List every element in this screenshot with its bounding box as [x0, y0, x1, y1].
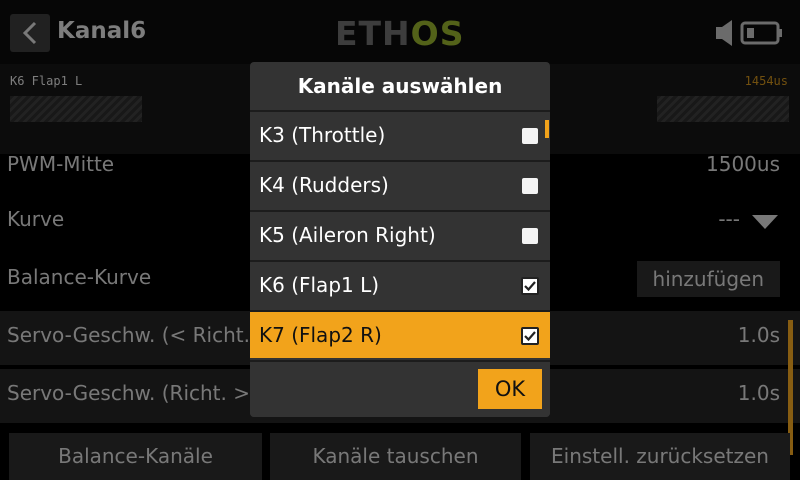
channel-option-label: K4 (Rudders): [259, 173, 389, 197]
channel-option-label: K3 (Throttle): [259, 123, 386, 147]
channel-option-k7[interactable]: K7 (Flap2 R): [250, 310, 550, 358]
dialog-scrollbar[interactable]: [545, 120, 549, 138]
channel-option-k5[interactable]: K5 (Aileron Right): [250, 210, 550, 258]
select-channels-dialog: Kanäle auswählen K3 (Throttle) K4 (Rudde…: [250, 62, 550, 417]
channel-option-label: K6 (Flap1 L): [259, 273, 380, 297]
checkbox[interactable]: [522, 228, 538, 244]
checkbox[interactable]: [522, 178, 538, 194]
dialog-footer: OK: [250, 360, 550, 417]
checkbox-checked[interactable]: [521, 327, 539, 345]
channel-option-k3[interactable]: K3 (Throttle): [250, 110, 550, 158]
channel-option-label: K5 (Aileron Right): [259, 223, 436, 247]
checkmark-icon: [524, 331, 536, 342]
checkbox[interactable]: [522, 128, 538, 144]
channel-option-k6[interactable]: K6 (Flap1 L): [250, 260, 550, 308]
ok-button[interactable]: OK: [478, 369, 542, 409]
channel-option-label: K7 (Flap2 R): [259, 323, 382, 347]
dialog-title: Kanäle auswählen: [297, 74, 503, 98]
checkmark-icon: [524, 281, 536, 292]
channel-option-k4[interactable]: K4 (Rudders): [250, 160, 550, 208]
checkbox-checked[interactable]: [521, 277, 539, 295]
